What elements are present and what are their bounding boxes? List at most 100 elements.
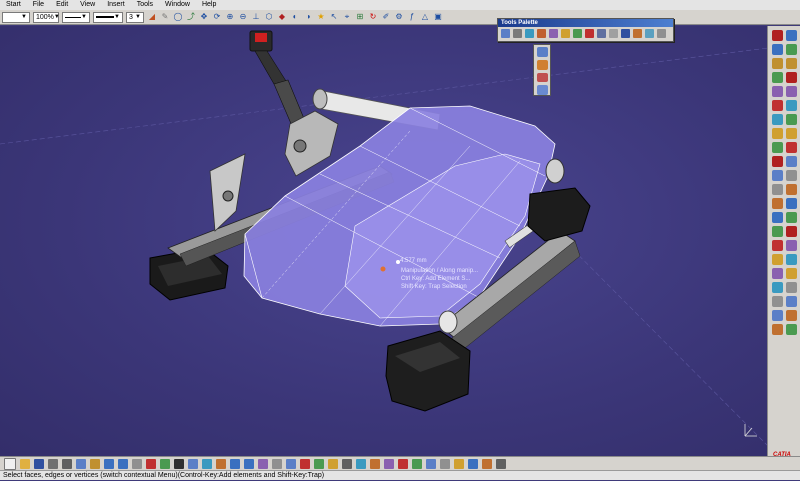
trim-icon[interactable] xyxy=(771,142,783,153)
hide-show-icon[interactable]: ◐ xyxy=(290,12,300,22)
snap-icon[interactable]: ★ xyxy=(316,12,326,22)
law-icon[interactable] xyxy=(785,226,797,237)
tools-palette[interactable]: Tools Palette xyxy=(497,18,674,42)
visualize-icon[interactable] xyxy=(412,458,422,469)
save-icon[interactable] xyxy=(34,458,44,469)
affinity-icon[interactable] xyxy=(785,198,797,209)
surface-icon[interactable] xyxy=(785,44,797,55)
menu-insert[interactable]: Insert xyxy=(101,0,131,10)
new-file-icon[interactable] xyxy=(4,457,16,470)
graph-icon[interactable] xyxy=(468,458,478,469)
print-icon[interactable] xyxy=(48,458,58,469)
zoom-out-view-icon[interactable] xyxy=(244,458,254,469)
fit-all-icon[interactable] xyxy=(188,458,198,469)
axis-icon[interactable] xyxy=(609,29,618,38)
sketcher-icon[interactable] xyxy=(160,458,170,469)
material-icon[interactable] xyxy=(370,458,380,469)
redo-icon[interactable] xyxy=(118,458,128,469)
sketch-icon[interactable]: ✐ xyxy=(381,12,391,22)
geometry-icon[interactable]: △ xyxy=(420,12,430,22)
select-icon[interactable]: ↖ xyxy=(329,12,339,22)
blend-icon[interactable] xyxy=(771,58,783,69)
shape-icon[interactable] xyxy=(785,296,797,307)
axis-system-icon[interactable] xyxy=(785,212,797,223)
lighting-icon[interactable] xyxy=(342,458,352,469)
smooth-icon[interactable] xyxy=(536,85,548,95)
rotate-icon[interactable]: ⟳ xyxy=(212,12,222,22)
sweep-icon[interactable] xyxy=(771,44,783,55)
fog-icon[interactable] xyxy=(146,458,156,469)
quick-view-icon[interactable] xyxy=(286,458,296,469)
curve-icon[interactable] xyxy=(771,268,783,279)
3d-viewport[interactable]: 4.577 mm Manipulation / Along manip... C… xyxy=(0,26,768,456)
heal-icon[interactable] xyxy=(785,128,797,139)
menu-edit[interactable]: Edit xyxy=(50,0,74,10)
update-icon[interactable]: ↻ xyxy=(368,12,378,22)
boolean-icon[interactable] xyxy=(771,254,783,265)
pattern-icon[interactable] xyxy=(771,226,783,237)
intersect-icon[interactable] xyxy=(785,100,797,111)
vertex-icon[interactable] xyxy=(513,29,522,38)
compass-toggle-icon[interactable] xyxy=(621,29,630,38)
properties-icon[interactable] xyxy=(454,458,464,469)
sub-palette[interactable] xyxy=(533,44,551,96)
hide-icon[interactable] xyxy=(314,458,324,469)
copy-icon[interactable] xyxy=(76,458,86,469)
join-icon[interactable] xyxy=(771,156,783,167)
paste-icon[interactable] xyxy=(90,458,100,469)
parting-icon[interactable] xyxy=(785,282,797,293)
inverse-icon[interactable] xyxy=(785,184,797,195)
menu-file[interactable]: File xyxy=(27,0,50,10)
layer-icon[interactable] xyxy=(426,458,436,469)
menu-help[interactable]: Help xyxy=(196,0,222,10)
fill-icon[interactable] xyxy=(771,72,783,83)
draft-icon[interactable] xyxy=(785,72,797,83)
measure-tool-icon[interactable] xyxy=(785,324,797,335)
brush-icon[interactable]: ✎ xyxy=(160,12,170,22)
plane-icon[interactable] xyxy=(771,296,783,307)
menu-view[interactable]: View xyxy=(74,0,101,10)
swap-visible-icon[interactable]: ◑ xyxy=(303,12,313,22)
linetype-combo[interactable]: ▼ xyxy=(62,11,90,23)
shading-icon[interactable]: ◆ xyxy=(277,12,287,22)
spline-icon[interactable] xyxy=(785,58,797,69)
view-icon[interactable] xyxy=(645,29,654,38)
rotate-tool-icon[interactable] xyxy=(771,198,783,209)
extrude-icon[interactable] xyxy=(536,59,548,70)
connect-icon[interactable] xyxy=(785,114,797,125)
mirror-icon[interactable] xyxy=(771,240,783,251)
cube-icon[interactable]: ▣ xyxy=(433,12,443,22)
multi-view-icon[interactable] xyxy=(272,458,282,469)
offset-icon[interactable] xyxy=(771,114,783,125)
fillet-icon[interactable] xyxy=(771,100,783,111)
lineweight-combo[interactable]: ▼ xyxy=(93,11,123,23)
zoom-in-view-icon[interactable] xyxy=(230,458,240,469)
cut-clipboard-icon[interactable] xyxy=(62,458,72,469)
near-icon[interactable] xyxy=(785,170,797,181)
pan-icon[interactable]: ✥ xyxy=(199,12,209,22)
transform-icon[interactable] xyxy=(573,29,582,38)
curvature-icon[interactable] xyxy=(785,254,797,265)
filter-icon[interactable] xyxy=(440,458,450,469)
options-icon[interactable] xyxy=(657,29,666,38)
shading-mode-icon[interactable] xyxy=(300,458,310,469)
select-mode-icon[interactable] xyxy=(501,29,510,38)
pan-view-icon[interactable] xyxy=(202,458,212,469)
mesh-icon[interactable] xyxy=(549,29,558,38)
whats-this-icon[interactable] xyxy=(132,458,142,469)
lasso-icon[interactable]: ◯ xyxy=(173,12,183,22)
compass-icon[interactable] xyxy=(744,424,757,437)
move-icon[interactable] xyxy=(536,47,548,57)
face-icon[interactable] xyxy=(537,29,546,38)
repeat-icon[interactable] xyxy=(785,310,797,321)
translate-icon[interactable] xyxy=(771,184,783,195)
macro-icon[interactable] xyxy=(482,458,492,469)
texture-icon[interactable] xyxy=(384,458,394,469)
zoom-in-icon[interactable]: ⊕ xyxy=(225,12,235,22)
paint-bucket-icon[interactable]: ◢ xyxy=(147,12,157,22)
catalog-icon[interactable] xyxy=(785,30,797,41)
undo-icon[interactable] xyxy=(104,458,114,469)
menu-window[interactable]: Window xyxy=(159,0,196,10)
project-icon[interactable] xyxy=(785,86,797,97)
normal-view-icon[interactable]: ⊥ xyxy=(251,12,261,22)
